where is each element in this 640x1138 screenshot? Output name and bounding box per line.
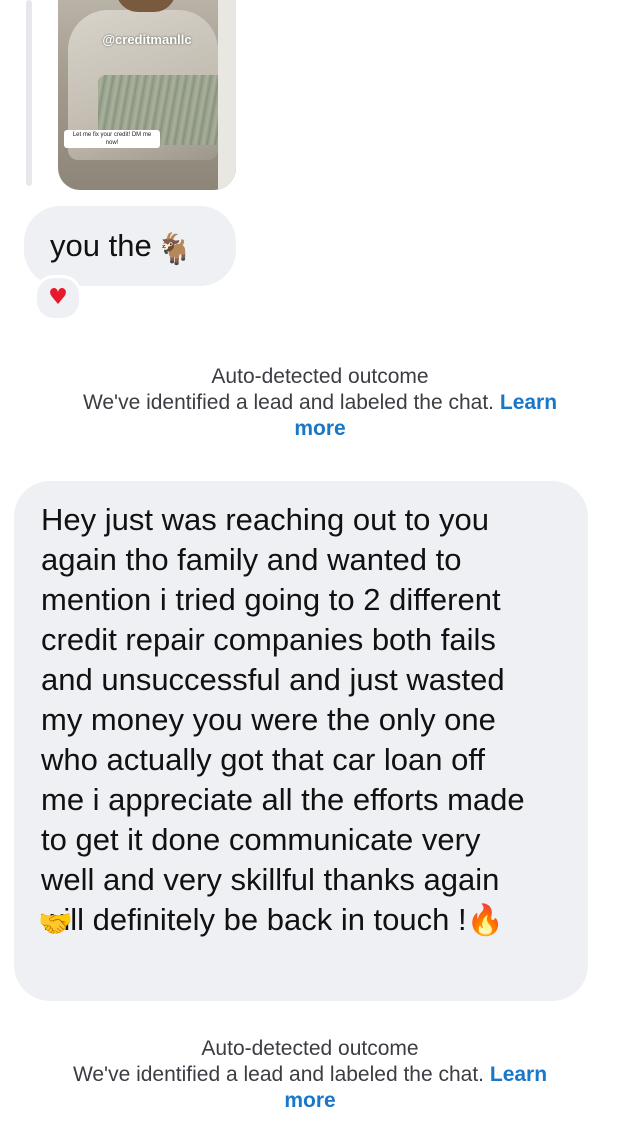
message-text: Hey just was reaching out to you again t… [41,500,571,941]
notice-title: Auto-detected outcome [201,1037,419,1060]
shared-post-thumbnail[interactable]: @creditmanllc Let me fix your credit! DM… [58,0,236,190]
message-bubble-short[interactable]: you the 🐐 [24,206,236,286]
notice-body: We've identified a lead and labeled the … [82,391,495,414]
learn-more-link-start[interactable]: Learn [490,1063,547,1086]
message-text-content: you the [50,228,152,263]
chat-thread: @creditmanllc Let me fix your credit! DM… [0,0,640,1138]
notice-title: Auto-detected outcome [211,365,429,388]
auto-detected-outcome-notice: Auto-detected outcome We've identified a… [0,364,640,442]
learn-more-link-end[interactable]: more [0,1088,630,1114]
post-handle-watermark: @creditmanllc [102,32,192,47]
heart-reaction-icon[interactable]: ♥ [34,275,82,321]
message-text: you the 🐐 [50,228,193,268]
goat-icon: 🐐 [155,232,194,267]
notice-body-line: We've identified a lead and labeled the … [0,1062,630,1088]
message-bubble-long[interactable]: Hey just was reaching out to you again t… [14,481,588,1001]
post-background-panel [218,0,236,190]
post-caption-overlay: Let me fix your credit! DM me now! [64,130,160,148]
learn-more-link-start[interactable]: Learn [500,391,557,414]
handshake-icon: 🤝 [38,907,73,940]
notice-body: We've identified a lead and labeled the … [72,1063,485,1086]
reply-indicator-bar [26,0,32,186]
notice-body-line: We've identified a lead and labeled the … [0,390,640,416]
auto-detected-outcome-notice: Auto-detected outcome We've identified a… [0,1036,630,1114]
fire-icon: 🔥 [466,903,504,938]
message-text-content: Hey just was reaching out to you again t… [41,502,525,937]
learn-more-link-end[interactable]: more [0,416,640,442]
